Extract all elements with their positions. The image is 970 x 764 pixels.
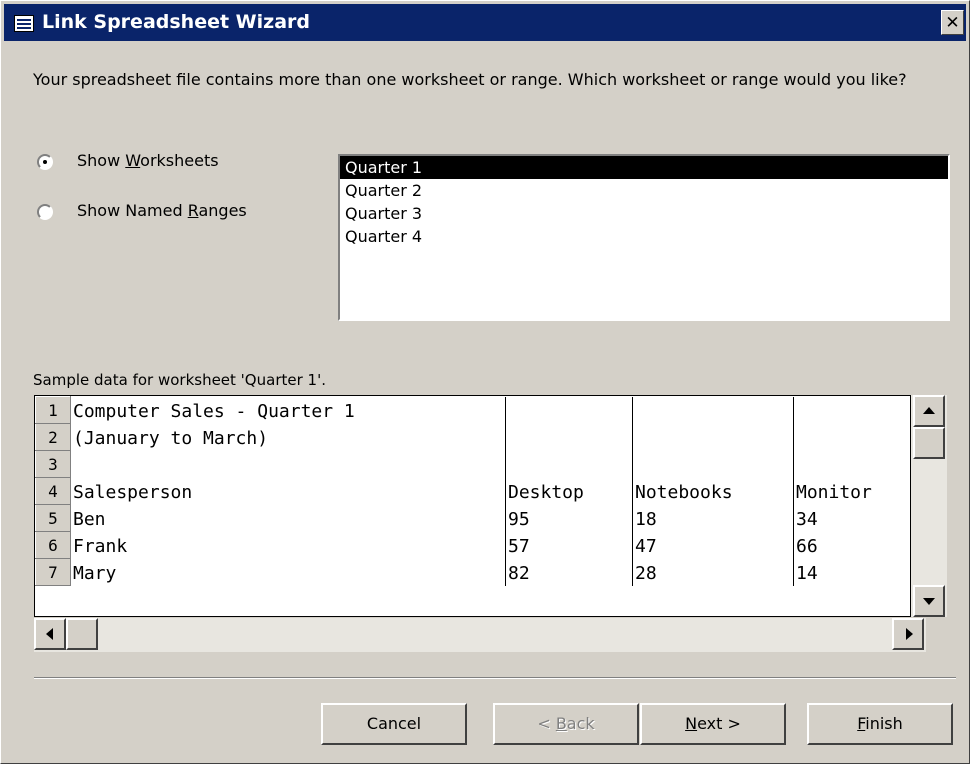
show-named-ranges-radio[interactable]: Show Named Ranges — [37, 201, 267, 229]
table-cell: 82 — [505, 558, 633, 586]
table-cell: Frank — [70, 531, 506, 559]
cancel-button[interactable]: Cancel — [321, 703, 467, 745]
table-row: 2 (January to March) — [35, 423, 909, 451]
scroll-down-button[interactable] — [913, 585, 945, 617]
close-button[interactable]: ✕ — [941, 10, 964, 35]
table-row: 7 Mary 82 28 14 — [35, 558, 909, 586]
scroll-right-button[interactable] — [892, 618, 924, 650]
table-cell — [505, 423, 633, 451]
radio-button-selected[interactable] — [37, 154, 53, 170]
table-cell — [505, 450, 633, 478]
arrow-down-icon — [923, 598, 935, 605]
table-cell — [632, 396, 794, 424]
row-number: 5 — [35, 504, 71, 532]
window-title: Link Spreadsheet Wizard — [42, 11, 310, 33]
scroll-thumb[interactable] — [913, 427, 945, 459]
table-cell: Ben — [70, 504, 506, 532]
table-cell: Desktop — [505, 477, 633, 505]
table-cell: Monitor — [796, 481, 872, 503]
table-row: 1 Computer Sales - Quarter 1 — [35, 396, 909, 424]
table-cell — [794, 424, 909, 451]
row-number: 6 — [35, 531, 71, 559]
table-cell: 14 — [796, 562, 818, 584]
table-cell — [632, 450, 794, 478]
table-cell: 57 — [505, 531, 633, 559]
table-cell: (January to March) — [70, 423, 506, 451]
table-cell: Notebooks — [632, 477, 794, 505]
table-cell — [794, 451, 909, 478]
table-row: 5 Ben 95 18 34 — [35, 504, 909, 532]
worksheet-item[interactable]: Quarter 4 — [340, 225, 948, 248]
show-named-ranges-label: Show Named Ranges — [77, 201, 247, 220]
sample-data-label: Sample data for worksheet 'Quarter 1'. — [33, 371, 326, 389]
table-row: 3 — [35, 450, 909, 478]
table-row: 4 Salesperson Desktop Notebooks Monitor — [35, 477, 909, 505]
table-cell — [505, 396, 633, 424]
worksheet-item-selected[interactable]: Quarter 1 — [340, 156, 948, 179]
show-worksheets-label: Show Worksheets — [77, 151, 219, 170]
row-number: 2 — [35, 423, 71, 451]
table-cell: 28 — [632, 558, 794, 586]
scroll-left-button[interactable] — [34, 618, 66, 650]
separator — [34, 677, 956, 679]
title-bar[interactable]: Link Spreadsheet Wizard ✕ — [4, 4, 966, 41]
radio-button[interactable] — [37, 204, 53, 220]
row-number: 1 — [35, 396, 71, 424]
table-cell: 95 — [505, 504, 633, 532]
wizard-window: Link Spreadsheet Wizard ✕ Your spreadshe… — [0, 0, 970, 764]
table-cell — [632, 423, 794, 451]
table-cell — [794, 397, 909, 424]
worksheet-item[interactable]: Quarter 2 — [340, 179, 948, 202]
horizontal-scroll-thumb[interactable] — [66, 618, 98, 650]
prompt-text: Your spreadsheet file contains more than… — [33, 70, 907, 89]
table-cell: 34 — [796, 508, 818, 530]
arrow-up-icon — [923, 407, 935, 414]
finish-button[interactable]: Finish — [807, 703, 953, 745]
sample-data-table: 1 Computer Sales - Quarter 1 2 (January to … — [35, 396, 909, 586]
table-row: 6 Frank 57 47 66 — [35, 531, 909, 559]
table-cell: Computer Sales - Quarter 1 — [70, 396, 506, 424]
back-button[interactable]: < Back — [493, 703, 639, 745]
vertical-scrollbar[interactable] — [911, 395, 947, 617]
row-number: 4 — [35, 477, 71, 505]
arrow-left-icon — [46, 628, 53, 640]
table-cell: 47 — [632, 531, 794, 559]
table-cell: 18 — [632, 504, 794, 532]
show-worksheets-radio[interactable]: Show Worksheets — [37, 151, 267, 179]
table-cell — [70, 450, 506, 478]
datasheet-icon — [14, 15, 34, 32]
scroll-up-button[interactable] — [913, 395, 945, 427]
row-number: 7 — [35, 558, 71, 586]
sample-data-grid[interactable]: 1 Computer Sales - Quarter 1 2 (January to … — [34, 395, 911, 617]
table-cell: 66 — [796, 535, 818, 557]
next-button[interactable]: Next > — [640, 703, 786, 745]
table-cell: Salesperson — [70, 477, 506, 505]
worksheet-list[interactable]: Quarter 1 Quarter 2 Quarter 3 Quarter 4 — [338, 154, 950, 321]
table-cell: Mary — [70, 558, 506, 586]
arrow-right-icon — [906, 628, 913, 640]
row-number: 3 — [35, 450, 71, 478]
horizontal-scrollbar[interactable] — [34, 618, 926, 652]
worksheet-item[interactable]: Quarter 3 — [340, 202, 948, 225]
